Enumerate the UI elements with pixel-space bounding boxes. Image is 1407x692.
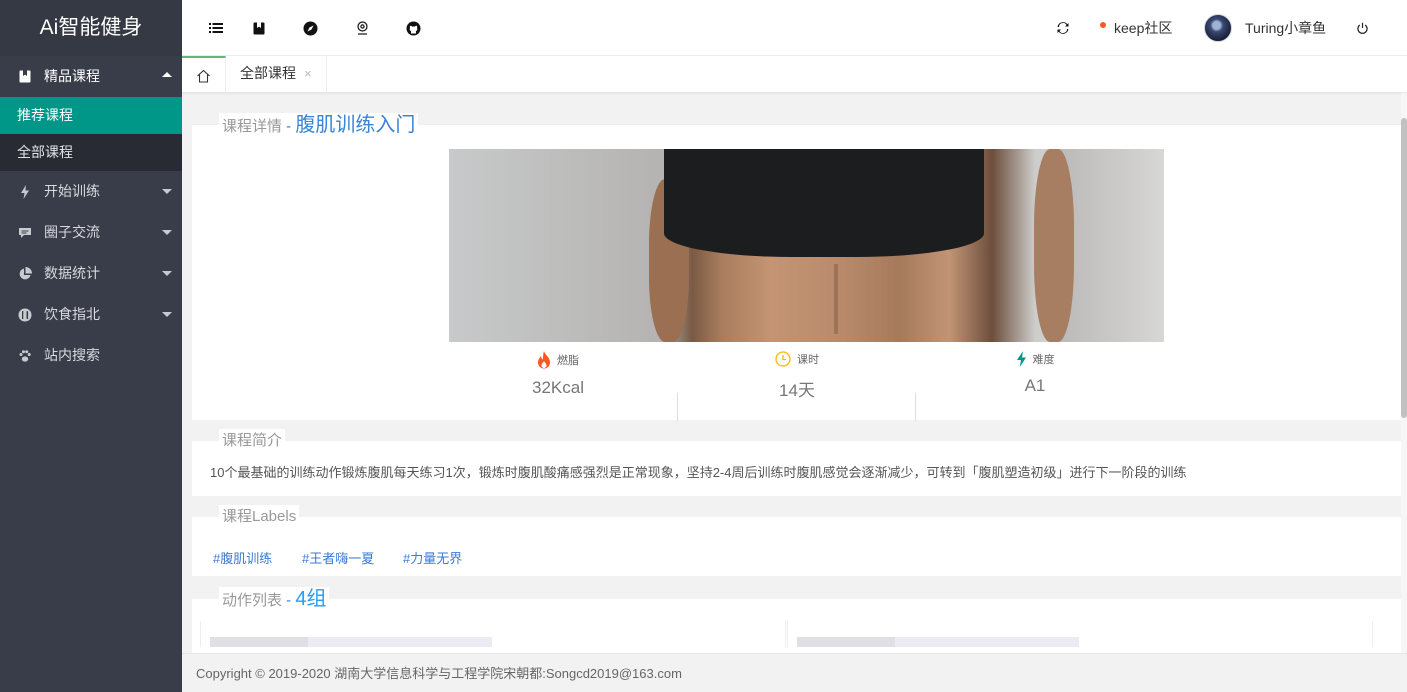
bookmark-icon — [17, 56, 33, 97]
tab-label: 全部课程 — [240, 65, 296, 81]
stat-calories: 燃脂 32Kcal — [439, 351, 677, 398]
legend-label: 课程详情 — [222, 118, 283, 135]
course-intro-legend: 课程简介 — [219, 429, 286, 453]
stat-label: 燃脂 — [557, 355, 579, 367]
pie-chart-icon — [17, 253, 33, 294]
course-cover-image — [449, 149, 1164, 342]
scrollbar[interactable] — [1401, 93, 1407, 653]
username[interactable]: Turing小章鱼 — [1245, 0, 1326, 56]
menu-icon[interactable] — [206, 18, 226, 38]
label-link[interactable]: #力量无界 — [403, 548, 462, 567]
course-labels-card: 课程Labels #腹肌训练 #王者嗨一夏 #力量无界 — [192, 505, 1401, 576]
app-root: Ai智能健身 精品课程 推荐课程 全部课程 开始训练 圈子交流 数据统计 饮食指… — [0, 0, 1407, 692]
stat-value: A1 — [1024, 376, 1046, 395]
github-icon[interactable] — [403, 18, 423, 38]
sidebar-item-diet[interactable]: 饮食指北 — [0, 294, 182, 335]
stat-duration: 课时 14天 — [678, 351, 916, 401]
sidebar-item-label: 数据统计 — [44, 265, 100, 281]
avatar[interactable] — [1204, 14, 1232, 42]
course-labels-legend: 课程Labels — [219, 505, 300, 529]
chat-bubble-icon — [17, 212, 33, 253]
food-icon — [17, 294, 33, 335]
footer: Copyright © 2019-2020 湖南大学信息科学与工程学院宋朝都:S… — [182, 653, 1407, 692]
clock-icon — [775, 351, 791, 367]
chevron-down-icon — [162, 312, 172, 317]
sidebar-item-statistics[interactable]: 数据统计 — [0, 253, 182, 294]
label-link[interactable]: #腹肌训练 — [213, 548, 272, 567]
flame-icon — [538, 351, 550, 369]
stat-value: 32Kcal — [532, 378, 584, 397]
divider — [915, 393, 916, 421]
action-count: 4组 — [295, 588, 327, 610]
course-intro-card: 课程简介 10个最基础的训练动作锻炼腹肌每天练习1次，锻炼时腹肌酸痛感强烈是正常… — [192, 429, 1401, 496]
divider — [200, 621, 201, 647]
community-link[interactable]: keep社区 — [1114, 0, 1172, 56]
stat-label: 课时 — [797, 354, 819, 366]
chevron-up-icon — [162, 72, 172, 77]
stat-label: 难度 — [1032, 354, 1055, 366]
action-list-legend: 动作列表 - 4组 — [219, 587, 330, 613]
course-detail-card: 课程详情 - 腹肌训练入门 燃脂 32Kcal 课时 14天 难度 A1 — [192, 113, 1401, 421]
tab-all-courses[interactable]: 全部课程 × — [226, 56, 327, 93]
course-intro-text: 10个最基础的训练动作锻炼腹肌每天练习1次，锻炼时腹肌酸痛感强烈是正常现象，坚持… — [210, 465, 1187, 480]
chevron-down-icon — [162, 189, 172, 194]
course-detail-legend: 课程详情 - 腹肌训练入门 — [219, 113, 419, 139]
sidebar-item-community[interactable]: 圈子交流 — [0, 212, 182, 253]
home-icon — [197, 69, 210, 83]
sidebar-item-label: 精品课程 — [44, 68, 100, 84]
sidebar-item-label: 站内搜索 — [44, 347, 100, 363]
close-icon[interactable]: × — [304, 66, 312, 81]
app-logo[interactable]: Ai智能健身 — [0, 0, 182, 56]
divider — [785, 621, 786, 647]
divider — [787, 621, 788, 647]
paw-icon — [17, 335, 33, 376]
sidebar-item-label: 饮食指北 — [44, 306, 100, 322]
top-header: keep社区 Turing小章鱼 — [182, 0, 1407, 56]
sidebar-item-label: 圈子交流 — [44, 224, 100, 240]
chevron-down-icon — [162, 230, 172, 235]
action-thumbnail[interactable] — [210, 637, 492, 647]
refresh-icon[interactable] — [1053, 18, 1073, 38]
sidebar-subitem-recommended[interactable]: 推荐课程 — [0, 97, 182, 134]
stat-difficulty: 难度 A1 — [916, 351, 1154, 396]
sidebar-item-label: 开始训练 — [44, 183, 100, 199]
sidebar-item-start-training[interactable]: 开始训练 — [0, 171, 182, 212]
label-link[interactable]: #王者嗨一夏 — [302, 548, 374, 567]
location-icon[interactable] — [352, 18, 372, 38]
compass-icon[interactable] — [300, 18, 320, 38]
course-title: 腹肌训练入门 — [295, 114, 416, 136]
home-tab[interactable] — [182, 56, 226, 93]
main-content: 课程详情 - 腹肌训练入门 燃脂 32Kcal 课时 14天 难度 A1 课程简… — [182, 93, 1401, 653]
lightning-icon — [1016, 351, 1026, 367]
action-thumbnail[interactable] — [797, 637, 1079, 647]
sidebar-subitem-all-courses[interactable]: 全部课程 — [0, 134, 182, 171]
bookmark-icon[interactable] — [249, 18, 269, 38]
legend-label: 动作列表 — [222, 592, 283, 609]
stat-value: 14天 — [779, 381, 815, 400]
lightning-icon — [17, 171, 33, 212]
sidebar: Ai智能健身 精品课程 推荐课程 全部课程 开始训练 圈子交流 数据统计 饮食指… — [0, 0, 182, 692]
notification-dot — [1100, 22, 1106, 28]
action-list-card: 动作列表 - 4组 — [192, 587, 1401, 653]
sidebar-item-premium-courses[interactable]: 精品课程 — [0, 56, 182, 97]
tab-bar: 全部课程 × — [182, 56, 1407, 93]
power-icon[interactable] — [1352, 18, 1372, 38]
divider — [1372, 621, 1373, 647]
sidebar-item-search[interactable]: 站内搜索 — [0, 335, 182, 376]
legend-separator: - — [282, 592, 296, 609]
legend-separator: - — [282, 118, 296, 135]
chevron-down-icon — [162, 271, 172, 276]
scrollbar-thumb[interactable] — [1401, 118, 1407, 418]
